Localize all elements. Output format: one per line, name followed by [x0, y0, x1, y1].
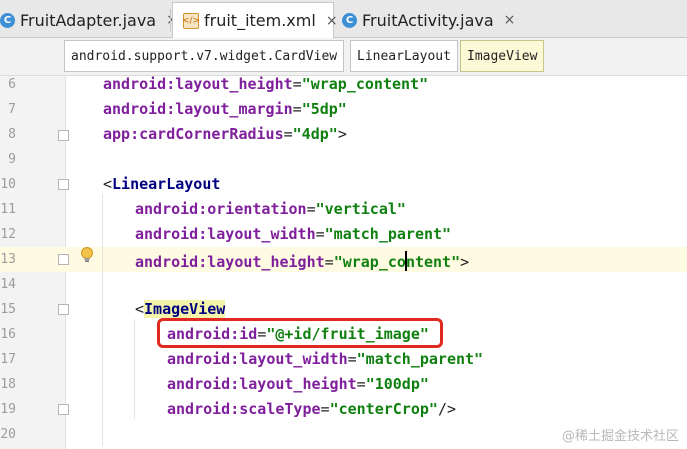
line-number: 20	[0, 427, 16, 442]
line-number: 13	[0, 252, 16, 267]
attr-name: layout_width	[239, 350, 348, 368]
tab-fruit-adapter[interactable]: C FruitAdapter.java ×	[0, 3, 178, 37]
tag-open: <	[135, 300, 145, 318]
attr-value: ntent"	[405, 253, 461, 271]
attr-value: "vertical"	[315, 200, 406, 218]
attr-namespace: android:	[135, 225, 208, 243]
java-class-icon: C	[0, 12, 15, 28]
line-number: 19	[0, 402, 16, 417]
tab-fruit-activity[interactable]: C FruitActivity.java ×	[340, 3, 520, 37]
line-number: 14	[0, 277, 16, 292]
line-number: 17	[0, 352, 16, 367]
tag-close: >	[460, 253, 470, 271]
code-line-18[interactable]: android:layout_height="100dp"	[66, 372, 687, 397]
close-icon[interactable]: ×	[504, 12, 516, 28]
watermark: @稀土掘金技术社区	[561, 429, 679, 444]
attr-namespace: android:	[103, 75, 176, 93]
code-line-6[interactable]: android:layout_height="wrap_content"	[66, 72, 687, 97]
equals-sign: =	[320, 400, 330, 418]
attr-namespace: android:	[167, 350, 240, 368]
attr-value: "4dp"	[292, 125, 338, 143]
breadcrumb: android.support.v7.widget.CardView Linea…	[0, 38, 687, 76]
attr-value: "5dp"	[301, 100, 347, 118]
equals-sign: =	[315, 225, 325, 243]
attr-namespace: app:	[103, 125, 140, 143]
code-line-10[interactable]: <LinearLayout	[66, 172, 687, 197]
line-number: 9	[8, 152, 16, 167]
code-line-19[interactable]: android:scaleType="centerCrop"/>	[66, 397, 687, 422]
breadcrumb-cardview[interactable]: android.support.v7.widget.CardView	[64, 40, 345, 72]
attr-namespace: android:	[135, 253, 208, 271]
equals-sign: =	[306, 200, 316, 218]
equals-sign: =	[356, 375, 366, 393]
code-line-7[interactable]: android:layout_margin="5dp"	[66, 97, 687, 122]
line-number: 11	[0, 202, 16, 217]
attr-value: "match_parent"	[356, 350, 484, 368]
tag-close: >	[337, 125, 347, 143]
editor-tab-bar: C FruitAdapter.java × </> fruit_item.xml…	[0, 0, 687, 38]
attr-name: layout_height	[207, 253, 325, 271]
tag-open: <	[103, 175, 113, 193]
attr-value: "centerCrop"	[329, 400, 438, 418]
attr-namespace: android:	[135, 200, 208, 218]
tab-fruit-item-xml[interactable]: </> fruit_item.xml ×	[172, 2, 338, 38]
code-line-11[interactable]: android:orientation="vertical"	[66, 197, 687, 222]
line-number: 12	[0, 227, 16, 242]
breadcrumb-imageview[interactable]: ImageView	[460, 40, 545, 72]
line-number: 8	[8, 127, 16, 142]
close-icon[interactable]: ×	[326, 13, 338, 29]
attr-name: layout_width	[207, 225, 316, 243]
attr-name: layout_height	[239, 375, 357, 393]
text-caret	[404, 251, 407, 271]
attr-value: "wrap_co	[333, 253, 406, 271]
attr-name: layout_height	[175, 75, 293, 93]
attr-value: "100dp"	[365, 375, 429, 393]
line-number: 16	[0, 327, 16, 342]
equals-sign: =	[292, 100, 302, 118]
highlight-annotation-box	[157, 318, 443, 348]
tag-name: ImageView	[144, 300, 226, 318]
attr-name: cardCornerRadius	[139, 125, 284, 143]
equals-sign: =	[283, 125, 293, 143]
line-number: 18	[0, 377, 16, 392]
equals-sign: =	[324, 253, 334, 271]
code-line-17[interactable]: android:layout_width="match_parent"	[66, 347, 687, 372]
line-number: 7	[8, 102, 16, 117]
xml-file-icon: </>	[182, 12, 200, 29]
line-number: 10	[0, 177, 16, 192]
tag-close: />	[437, 400, 456, 418]
attr-namespace: android:	[167, 400, 240, 418]
attr-name: orientation	[207, 200, 307, 218]
tab-label: fruit_item.xml	[204, 11, 316, 30]
equals-sign: =	[292, 75, 302, 93]
attr-name: layout_margin	[175, 100, 293, 118]
line-number: 6	[8, 77, 16, 92]
attr-namespace: android:	[167, 375, 240, 393]
line-number: 15	[0, 302, 16, 317]
code-line-12[interactable]: android:layout_width="match_parent"	[66, 222, 687, 247]
code-line-13[interactable]: android:layout_height="wrap_content">	[66, 247, 687, 272]
tab-divider	[170, 9, 171, 31]
equals-sign: =	[347, 350, 357, 368]
tab-label: FruitAdapter.java	[20, 10, 157, 30]
attr-namespace: android:	[103, 100, 176, 118]
tag-name: LinearLayout	[112, 175, 221, 193]
code-line-8[interactable]: app:cardCornerRadius="4dp">	[66, 122, 687, 147]
breadcrumb-linearlayout[interactable]: LinearLayout	[350, 40, 458, 72]
java-class-icon: C	[342, 12, 357, 28]
attr-value: "match_parent"	[324, 225, 452, 243]
attr-value: "wrap_content"	[301, 75, 429, 93]
tab-label: FruitActivity.java	[362, 10, 494, 30]
attr-name: scaleType	[239, 400, 321, 418]
